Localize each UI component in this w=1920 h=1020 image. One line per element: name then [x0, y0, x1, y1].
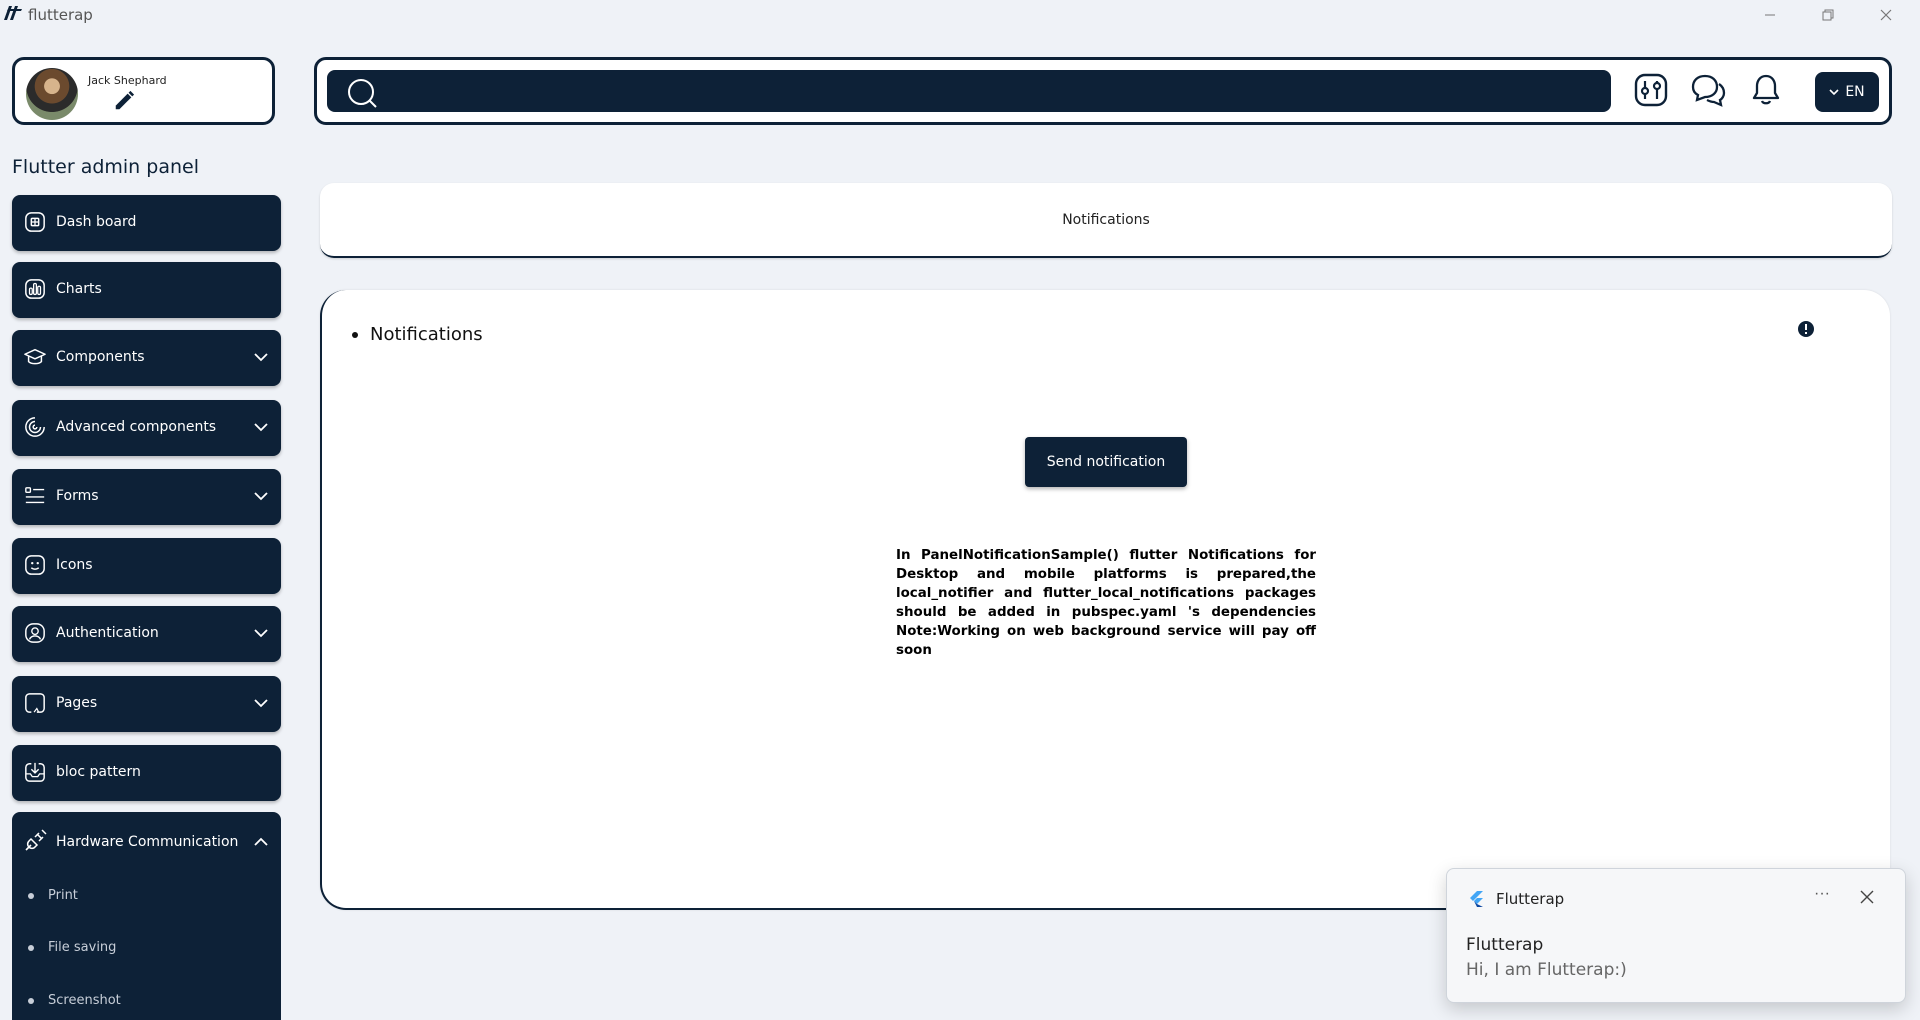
sidebar-subitem-label: Screenshot: [48, 993, 121, 1008]
restore-button[interactable]: [1808, 2, 1848, 28]
info-icon[interactable]: [1797, 320, 1815, 338]
flutterap-logo-icon: [4, 6, 22, 20]
chevron-down-icon: [254, 492, 268, 501]
sidebar-item-label: Components: [56, 349, 145, 365]
sidebar-item-label: Dash board: [56, 214, 137, 230]
panel-title: Flutter admin panel: [12, 156, 199, 178]
chevron-down-icon: [254, 629, 268, 638]
notifications-card: Notifications Send notification In Panel…: [320, 290, 1890, 910]
dashboard-icon: [25, 212, 45, 232]
sidebar-subitem-file-saving[interactable]: File saving: [28, 940, 116, 955]
pages-icon: [25, 693, 45, 713]
sidebar-item-charts[interactable]: Charts: [12, 262, 281, 318]
avatar[interactable]: [26, 68, 78, 120]
sidebar-item-pages[interactable]: Pages: [12, 676, 281, 732]
flutter-logo-icon: [1470, 891, 1483, 907]
toast-notification[interactable]: Flutterap ··· Flutterap Hi, I am Flutter…: [1446, 868, 1906, 1003]
bullet-icon: [352, 332, 358, 338]
sidebar-subitem-label: File saving: [48, 940, 117, 955]
page-title: Notifications: [1062, 212, 1150, 228]
page-header: Notifications: [320, 183, 1892, 258]
chat-icon[interactable]: [1690, 72, 1726, 108]
chevron-down-icon: [254, 423, 268, 432]
top-bar: EN: [314, 57, 1892, 125]
sidebar-item-label: Advanced components: [56, 419, 217, 435]
toast-app-name: Flutterap: [1496, 890, 1565, 908]
pencil-edit-icon[interactable]: [113, 90, 135, 112]
smiley-icon: [25, 555, 45, 575]
close-window-button[interactable]: [1866, 2, 1906, 28]
chart-icon: [25, 279, 45, 299]
spinner-icon: [25, 417, 45, 437]
sidebar-item-icons[interactable]: Icons: [12, 538, 281, 594]
bullet-icon: [28, 944, 34, 951]
user-circle-icon: [25, 623, 45, 643]
graduation-cap-icon: [24, 348, 46, 365]
description-text: In PanelNotificationSample() flutter Not…: [896, 548, 1316, 658]
sidebar-item-advanced-components[interactable]: Advanced components: [12, 400, 281, 456]
chevron-down-icon: [254, 353, 268, 362]
inbox-download-icon: [25, 762, 45, 782]
sidebar-item-hardware-communication: Hardware Communication Print File saving…: [12, 812, 281, 1020]
chevron-down-icon: [1829, 89, 1839, 96]
sidebar-item-dashboard[interactable]: Dash board: [12, 195, 281, 251]
toast-body: Hi, I am Flutterap:): [1466, 960, 1627, 980]
form-list-icon: [25, 487, 45, 504]
bullet-icon: [28, 997, 34, 1004]
bullet-icon: [28, 892, 34, 899]
plug-icon: [25, 829, 47, 851]
sidebar-item-label[interactable]: Hardware Communication: [56, 834, 238, 850]
sidebar-item-label: Charts: [56, 281, 102, 297]
bell-icon[interactable]: [1748, 72, 1784, 108]
minimize-button[interactable]: [1750, 2, 1790, 28]
window-titlebar: flutterap: [0, 0, 1920, 30]
sidebar-item-label: Authentication: [56, 625, 159, 641]
language-selector[interactable]: EN: [1815, 72, 1879, 112]
section-title: Notifications: [352, 324, 483, 345]
search-bar[interactable]: [327, 70, 1611, 112]
sidebar-item-authentication[interactable]: Authentication: [12, 606, 281, 662]
sidebar-item-label: Forms: [56, 488, 99, 504]
sidebar-item-label: Pages: [56, 695, 98, 711]
window-title: flutterap: [28, 6, 93, 24]
settings-sliders-icon[interactable]: [1633, 72, 1669, 108]
language-label: EN: [1845, 84, 1865, 100]
send-notification-button[interactable]: Send notification: [1025, 437, 1187, 487]
sidebar-subitem-label: Print: [48, 888, 78, 903]
sidebar-item-label: bloc pattern: [56, 764, 141, 780]
sidebar-item-bloc-pattern[interactable]: bloc pattern: [12, 745, 281, 801]
sidebar-subitem-print[interactable]: Print: [28, 888, 78, 903]
search-icon: [348, 79, 377, 108]
section-title-label: Notifications: [370, 324, 483, 345]
toast-title: Flutterap: [1466, 935, 1544, 955]
profile-name: Jack Shephard: [88, 74, 167, 87]
sidebar-item-components[interactable]: Components: [12, 330, 281, 386]
close-icon[interactable]: [1857, 887, 1877, 907]
sidebar-subitem-screenshot[interactable]: Screenshot: [28, 993, 121, 1008]
more-options-button[interactable]: ···: [1807, 885, 1837, 909]
sidebar-item-label: Icons: [56, 557, 93, 573]
search-input[interactable]: [387, 70, 1597, 112]
sidebar-item-forms[interactable]: Forms: [12, 469, 281, 525]
profile-card: Jack Shephard: [12, 57, 275, 125]
chevron-down-icon: [254, 699, 268, 708]
chevron-up-icon[interactable]: [253, 834, 269, 850]
